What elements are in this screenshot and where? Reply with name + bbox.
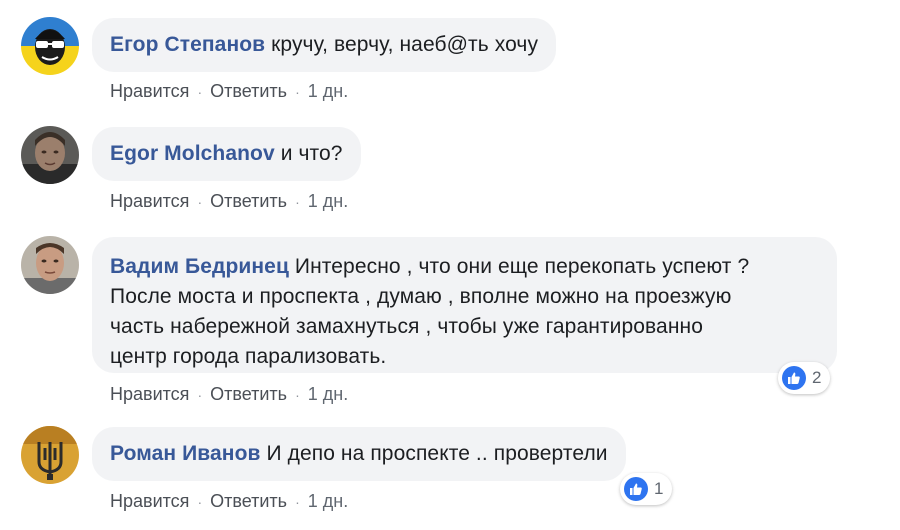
avatar[interactable]	[21, 17, 79, 75]
trident-emblem-avatar-icon	[21, 426, 79, 484]
reaction-summary[interactable]: 2	[778, 362, 830, 394]
reaction-summary[interactable]: 1	[620, 473, 672, 505]
reply-link[interactable]: Ответить	[210, 384, 287, 404]
profile-photo-avatar-icon	[21, 126, 79, 184]
comment-text: И депо на проспекте .. провертели	[266, 442, 608, 465]
avatar[interactable]	[21, 126, 79, 184]
separator-dot: ·	[295, 387, 300, 403]
comment-author-link[interactable]: Егор Степанов	[110, 33, 265, 56]
avatar[interactable]	[21, 426, 79, 484]
comment-actions: Нравится · Ответить · 1 дн.	[110, 383, 348, 406]
like-link[interactable]: Нравится	[110, 191, 189, 211]
separator-dot: ·	[197, 194, 203, 210]
like-reaction-icon	[782, 366, 806, 390]
reply-link[interactable]: Ответить	[210, 81, 287, 101]
separator-dot: ·	[197, 494, 203, 510]
avatar[interactable]	[21, 236, 79, 294]
comment-text: и что?	[280, 142, 343, 165]
comment-bubble: Вадим Бедринец Интересно , что они еще п…	[92, 237, 837, 373]
comment-timestamp[interactable]: 1 дн.	[308, 191, 348, 211]
comment-actions: Нравится · Ответить · 1 дн.	[110, 80, 348, 103]
separator-dot: ·	[295, 494, 300, 510]
like-link[interactable]: Нравится	[110, 384, 189, 404]
comment-bubble: Роман Иванов И депо на проспекте .. пров…	[92, 427, 626, 481]
reply-link[interactable]: Ответить	[210, 491, 287, 511]
reaction-count: 1	[654, 479, 664, 498]
comment-author-link[interactable]: Вадим Бедринец	[110, 255, 289, 278]
like-link[interactable]: Нравится	[110, 491, 189, 511]
separator-dot: ·	[295, 84, 300, 100]
comment-actions: Нравится · Ответить · 1 дн.	[110, 190, 348, 213]
comment-bubble: Егор Степанов кручу, верчу, наеб@ть хочу	[92, 18, 557, 72]
comment-author-link[interactable]: Роман Иванов	[110, 442, 261, 465]
separator-dot: ·	[197, 387, 203, 403]
profile-photo-avatar-icon	[21, 236, 79, 294]
like-reaction-icon	[624, 477, 648, 501]
comment-text: кручу, верчу, наеб@ть хочу	[271, 33, 539, 56]
separator-dot: ·	[295, 194, 300, 210]
like-link[interactable]: Нравится	[110, 81, 189, 101]
masked-face-avatar-icon	[21, 17, 79, 75]
comment-thread: Егор Степанов кручу, верчу, наеб@ть хочу…	[0, 0, 900, 530]
comment-timestamp[interactable]: 1 дн.	[308, 384, 348, 404]
comment-actions: Нравится · Ответить · 1 дн.	[110, 490, 348, 513]
comment-author-link[interactable]: Egor Molchanov	[110, 142, 275, 165]
comment-timestamp[interactable]: 1 дн.	[308, 81, 348, 101]
reply-link[interactable]: Ответить	[210, 191, 287, 211]
comment-timestamp[interactable]: 1 дн.	[308, 491, 348, 511]
separator-dot: ·	[197, 84, 203, 100]
comment-bubble: Egor Molchanov и что?	[92, 127, 361, 181]
reaction-count: 2	[812, 368, 822, 387]
